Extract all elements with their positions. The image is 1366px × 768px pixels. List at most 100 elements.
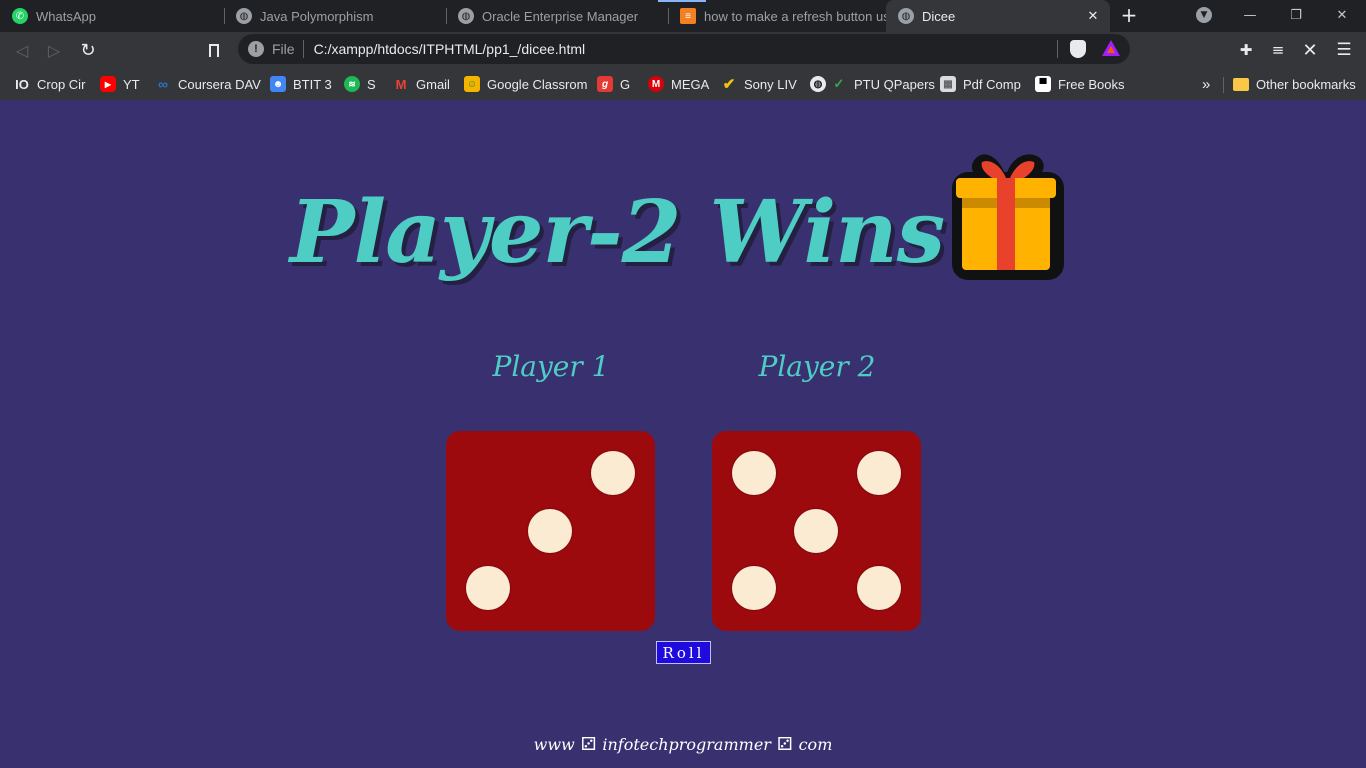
menu-icon[interactable]: ☰ <box>1331 37 1357 63</box>
other-bookmarks-folder[interactable]: Other bookmarks <box>1233 73 1356 95</box>
bookmark-label: S <box>367 76 376 92</box>
bookmark-mega[interactable]: M MEGA <box>648 73 709 95</box>
player-1-label: Player 1 <box>492 350 610 383</box>
bookmark-label: Other bookmarks <box>1256 76 1356 92</box>
url-text[interactable]: C:/xampp/htdocs/ITPHTML/pp1_/dicee.html <box>314 41 586 57</box>
bookmark-free-books[interactable]: ▀ Free Books <box>1035 73 1124 95</box>
gmail-icon: M <box>395 76 407 92</box>
die-icon: ⚂ <box>580 734 597 755</box>
whatsapp-icon: ✆ <box>12 8 28 24</box>
bookmark-page-button[interactable] <box>200 36 228 64</box>
tab-refresh-button-question[interactable]: ≡ how to make a refresh button usi <box>668 0 886 32</box>
contacts-icon: ☻ <box>270 76 286 92</box>
check-icon: ✓ <box>833 76 845 91</box>
die-icon: ⚂ <box>776 734 793 755</box>
die-pip <box>857 451 901 495</box>
bookmark-sony-liv[interactable]: ✔ Sony LIV <box>721 73 797 95</box>
address-divider <box>302 40 304 58</box>
new-tab-button[interactable]: + <box>1112 0 1146 30</box>
minimize-button[interactable]: — <box>1227 0 1273 30</box>
browser-toolbar: ◁ ▷ ↻ ! File C:/xampp/htdocs/ITPHTML/pp1… <box>0 32 1366 68</box>
winner-heading: Player-2 Wins <box>289 181 945 283</box>
back-button[interactable]: ◁ <box>8 36 36 64</box>
address-bar[interactable]: ! File C:/xampp/htdocs/ITPHTML/pp1_/dice… <box>238 34 1130 64</box>
page-content: Player-2 Wins Player 1 Player 2 Roll www… <box>0 100 1366 768</box>
bookmark-pdf-comp[interactable]: ▦ Pdf Comp <box>940 73 1021 95</box>
stackoverflow-icon: ≡ <box>680 8 696 24</box>
tab-label: Oracle Enterprise Manager <box>482 8 639 24</box>
close-icon[interactable]: ✕ <box>1084 7 1102 25</box>
player-2-label: Player 2 <box>758 350 876 383</box>
bookmark-label: Gmail <box>416 76 450 92</box>
tab-label: Java Polymorphism <box>260 8 374 24</box>
address-divider <box>1057 40 1058 58</box>
globe-icon: ◍ <box>236 8 252 24</box>
spotify-icon: ≋ <box>344 76 360 92</box>
profile-avatar[interactable]: ✕ <box>1297 37 1323 63</box>
classroom-icon: ☺ <box>464 76 480 92</box>
bookmark-btit-3[interactable]: ☻ BTIT 3 <box>270 73 332 95</box>
bookmark-label: PTU QPapers <box>854 76 935 92</box>
close-window-button[interactable]: ✕ <box>1319 0 1365 30</box>
die-pip <box>528 509 572 553</box>
bookmark-label: G <box>620 76 631 92</box>
die-pip <box>732 566 776 610</box>
bookmark-label: Crop Cir <box>37 76 86 92</box>
mega-icon: M <box>648 76 664 92</box>
io-icon: IO <box>15 76 29 92</box>
bookmark-yt[interactable]: ▶ YT <box>100 73 140 95</box>
info-icon[interactable]: ! <box>248 41 264 57</box>
globe-icon: ◍ <box>810 76 826 92</box>
bookmark-ptu-qpapers[interactable]: ◍ ✓ PTU QPapers <box>810 73 935 95</box>
pdf-icon: ▦ <box>940 76 956 92</box>
bookmark-gmail[interactable]: M Gmail <box>393 73 450 95</box>
bookmarks-bar: IO Crop Cir ▶ YT ∞ Coursera DAV ☻ BTIT 3… <box>0 68 1366 100</box>
bookmark-coursera-dav[interactable]: ∞ Coursera DAV <box>155 73 261 95</box>
tab-strip: ✆ WhatsApp ◍ Java Polymorphism ◍ Oracle … <box>0 0 1366 32</box>
footer-text: infotechprogrammer <box>602 735 771 754</box>
folder-icon <box>1233 77 1249 91</box>
coursera-icon: ∞ <box>158 76 168 92</box>
tab-dicee[interactable]: ◍ Dicee ✕ <box>886 0 1110 32</box>
chevron-down-icon: ▼ <box>1196 7 1212 23</box>
footer-text: com <box>798 735 833 754</box>
forward-button[interactable]: ▷ <box>40 36 68 64</box>
restore-button[interactable]: ❐ <box>1273 0 1319 30</box>
tab-label: how to make a refresh button usi <box>704 8 886 24</box>
globe-icon: ◍ <box>458 8 474 24</box>
player-2-die <box>712 431 921 631</box>
roll-button[interactable]: Roll <box>656 641 711 664</box>
gift-icon <box>952 154 1064 280</box>
bookmark-g[interactable]: g G <box>597 73 630 95</box>
tab-java-polymorphism[interactable]: ◍ Java Polymorphism <box>224 0 446 32</box>
bookmarks-overflow-button[interactable]: » <box>1202 73 1210 95</box>
bookmark-label: Coursera DAV <box>178 76 261 92</box>
die-pip <box>591 451 635 495</box>
tab-label: Dicee <box>922 8 956 24</box>
bookmark-label: Pdf Comp <box>963 76 1021 92</box>
player-1-die <box>446 431 655 631</box>
footer-credit: www ⚂ infotechprogrammer ⚂ com <box>0 734 1366 755</box>
tab-search-button[interactable]: ▼ <box>1182 0 1226 30</box>
tab-whatsapp[interactable]: ✆ WhatsApp <box>0 0 224 32</box>
bookmark-crop-cir[interactable]: IO Crop Cir <box>14 73 85 95</box>
die-pip <box>732 451 776 495</box>
g-icon: g <box>597 76 613 92</box>
media-controls-icon[interactable]: ≡ <box>1265 37 1291 63</box>
extensions-icon[interactable]: ✚ <box>1233 37 1259 63</box>
tab-label: WhatsApp <box>36 8 96 24</box>
file-scheme-label: File <box>272 41 295 57</box>
die-pip <box>794 509 838 553</box>
bookmark-label: BTIT 3 <box>293 76 332 92</box>
brave-rewards-icon[interactable] <box>1102 40 1120 56</box>
bookmark-icon <box>209 43 219 57</box>
bookmark-label: YT <box>123 76 140 92</box>
footer-text: www <box>533 735 575 754</box>
bookmark-separator <box>1223 77 1224 93</box>
bookmark-s[interactable]: ≋ S <box>344 73 376 95</box>
bookmark-label: Google Classrom <box>487 76 588 92</box>
reload-button[interactable]: ↻ <box>74 36 102 64</box>
tab-oracle-enterprise-manager[interactable]: ◍ Oracle Enterprise Manager <box>446 0 668 32</box>
bookmark-google-classroom[interactable]: ☺ Google Classrom <box>464 73 587 95</box>
brave-shields-icon[interactable] <box>1070 40 1086 58</box>
